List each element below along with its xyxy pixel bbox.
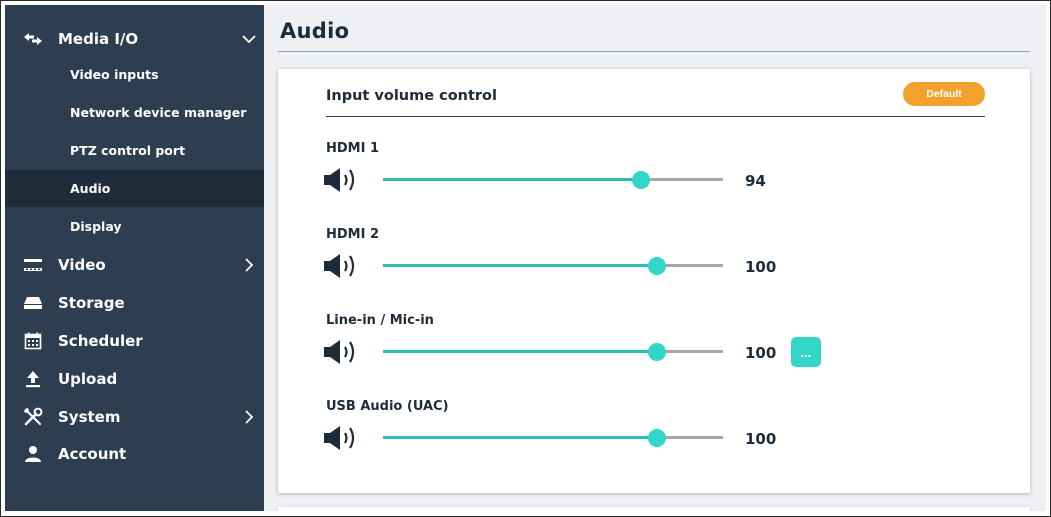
sidebar-subitem-video-inputs[interactable]: Video inputs: [5, 56, 264, 93]
sidebar-subitem-ptz-control-port[interactable]: PTZ control port: [5, 132, 264, 169]
slider-thumb[interactable]: [632, 171, 651, 189]
sidebar-item-label: Upload: [58, 369, 118, 388]
speaker-icon[interactable]: [324, 166, 364, 194]
default-button[interactable]: Default: [903, 82, 985, 106]
sidebar-item-label: Scheduler: [58, 331, 143, 350]
sidebar-subitem-network-device-manager[interactable]: Network device manager: [5, 94, 264, 131]
sidebar-item-label: System: [58, 407, 121, 426]
section-divider: [326, 116, 985, 117]
channel-label-hdmi-2: HDMI 2: [326, 227, 380, 242]
channel-label-hdmi-1: HDMI 1: [326, 141, 380, 156]
volume-slider[interactable]: [383, 343, 723, 361]
chevron-right-icon[interactable]: [241, 409, 257, 425]
speaker-icon[interactable]: [324, 424, 364, 452]
slider-fill: [383, 264, 657, 267]
volume-slider[interactable]: [383, 429, 723, 447]
sidebar-subitem-label: Network device manager: [70, 105, 247, 120]
sidebar-item-account[interactable]: Account: [5, 435, 264, 472]
volume-slider[interactable]: [383, 257, 723, 275]
slider-thumb[interactable]: [647, 429, 666, 447]
sidebar-item-upload[interactable]: Upload: [5, 360, 264, 397]
chevron-right-icon[interactable]: [241, 257, 257, 273]
channel-label-usb-audio: USB Audio (UAC): [326, 399, 449, 414]
volume-value: 100: [745, 258, 777, 276]
chevron-down-icon[interactable]: [241, 31, 257, 47]
speaker-icon[interactable]: [324, 252, 364, 280]
sidebar-subitem-label: Display: [70, 219, 122, 234]
sidebar-item-media-io[interactable]: Media I/O: [5, 20, 264, 57]
sidebar-item-video[interactable]: Video: [5, 246, 264, 283]
sidebar-item-label: Account: [58, 444, 127, 463]
sidebar-item-label: Media I/O: [58, 29, 139, 48]
channel-label-line-in: Line-in / Mic-in: [326, 313, 434, 328]
volume-value: 100: [745, 344, 777, 362]
section-title: Input volume control: [326, 88, 497, 104]
drive-icon: [22, 294, 44, 312]
title-divider: [278, 51, 1030, 52]
slider-fill: [383, 350, 657, 353]
sidebar-subitem-label: Video inputs: [70, 67, 159, 82]
sidebar-subitem-audio[interactable]: Audio: [5, 170, 264, 207]
sidebar-item-label: Storage: [58, 293, 125, 312]
main-content: Audio Input volume control Default HDMI …: [264, 5, 1046, 511]
volume-slider[interactable]: [383, 171, 723, 189]
sidebar-subitem-label: PTZ control port: [70, 143, 186, 158]
sidebar-subitem-label: Audio: [70, 181, 111, 196]
volume-value: 94: [745, 172, 766, 190]
sidebar-item-scheduler[interactable]: Scheduler: [5, 322, 264, 359]
film-icon: [22, 256, 44, 274]
upload-icon: [22, 370, 44, 388]
user-icon: [22, 445, 44, 463]
arrows-exchange-icon: [22, 30, 44, 48]
slider-fill: [383, 436, 657, 439]
speaker-icon[interactable]: [324, 338, 364, 366]
tools-icon: [22, 407, 44, 426]
sidebar-item-label: Video: [58, 255, 106, 274]
sidebar-subitem-display[interactable]: Display: [5, 208, 264, 245]
input-volume-card: Input volume control Default HDMI 1 94 H…: [278, 69, 1030, 493]
slider-thumb[interactable]: [647, 257, 666, 275]
slider-fill: [383, 178, 642, 181]
sidebar-item-storage[interactable]: Storage: [5, 284, 264, 321]
page-title: Audio: [280, 19, 350, 43]
sidebar-item-system[interactable]: System: [5, 398, 264, 435]
sidebar: Media I/O Video inputs Network device ma…: [5, 5, 264, 511]
volume-value: 100: [745, 430, 777, 448]
more-options-button[interactable]: ...: [791, 337, 821, 367]
next-section-card: [278, 507, 1030, 511]
calendar-icon: [22, 332, 44, 350]
slider-thumb[interactable]: [647, 343, 666, 361]
